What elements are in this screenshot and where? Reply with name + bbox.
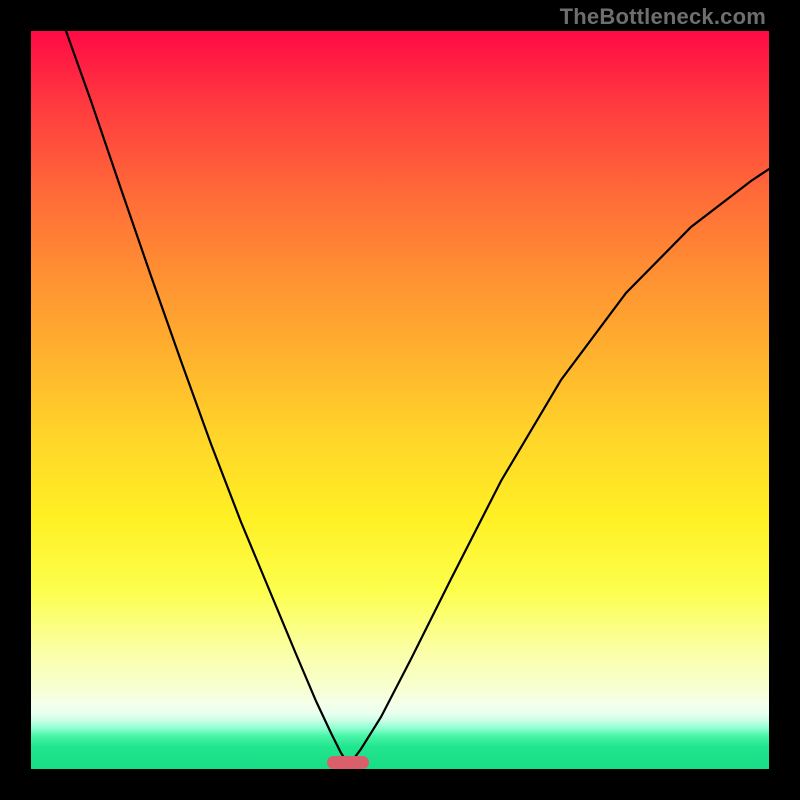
bottleneck-curve bbox=[31, 31, 769, 769]
watermark-text: TheBottleneck.com bbox=[560, 4, 766, 30]
optimum-marker bbox=[327, 756, 369, 769]
plot-area bbox=[31, 31, 769, 769]
